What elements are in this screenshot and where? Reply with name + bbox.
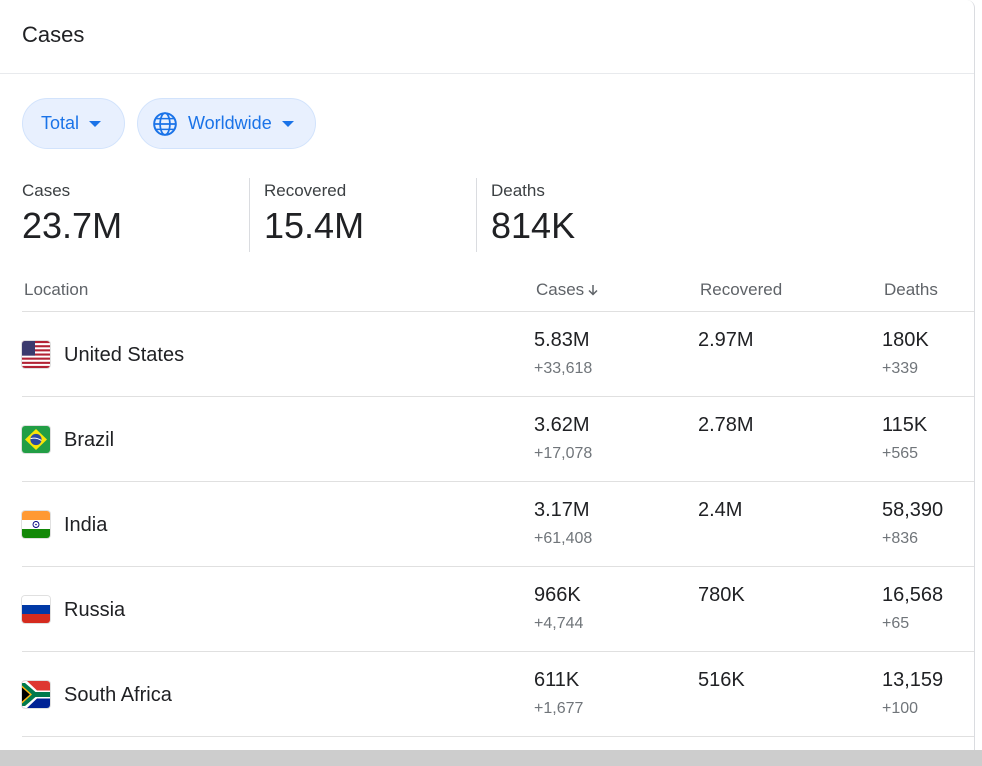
cases-table: Location Cases Recovered Deaths United S… [22, 270, 974, 737]
country-name: Russia [64, 599, 126, 621]
table-row[interactable]: South Africa 611K +1,677 516K 13,159 +10… [22, 652, 974, 737]
table-row[interactable]: Brazil 3.62M +17,078 2.78M 115K +565 [22, 397, 974, 482]
deaths-value: 58,390 [882, 499, 944, 521]
deaths-new-value: +339 [882, 360, 919, 377]
cases-card: Cases Total Worldwide Cases 23.7M Recove… [0, 0, 975, 750]
card-title: Cases [22, 22, 85, 47]
stat-label: Deaths [491, 181, 545, 200]
caret-down-icon [281, 120, 294, 127]
india-flag-icon [22, 511, 50, 538]
deaths-value: 180K [882, 329, 929, 351]
worldwide-filter-label: Worldwide [188, 113, 272, 133]
deaths-cell: 58,390 +836 [882, 499, 943, 548]
stat-label: Cases [22, 181, 71, 200]
deaths-column-header[interactable]: Deaths [884, 280, 938, 300]
cases-cell: 3.62M +17,078 [534, 414, 592, 463]
recovered-value: 780K [698, 584, 745, 606]
stat-deaths: Deaths 814K [476, 178, 676, 252]
cases-new-value: +17,078 [534, 445, 593, 462]
globe-icon [153, 111, 177, 136]
deaths-cell: 115K +565 [882, 414, 927, 463]
country-name: India [64, 514, 108, 536]
horizontal-scrollbar[interactable] [0, 750, 982, 766]
table-row[interactable]: Russia 966K +4,744 780K 16,568 +65 [22, 567, 974, 652]
card-header: Cases [0, 0, 974, 74]
cases-value: 966K [534, 584, 581, 606]
stat-recovered: Recovered 15.4M [249, 178, 476, 252]
country-name: South Africa [64, 684, 172, 706]
recovered-cell: 2.97M [698, 329, 754, 352]
stat-value: 15.4M [264, 205, 365, 246]
us-flag-icon [22, 341, 50, 368]
deaths-value: 115K [882, 414, 928, 436]
recovered-cell: 2.78M [698, 414, 754, 437]
stat-value: 23.7M [22, 205, 123, 246]
sort-arrow-down-icon [588, 285, 598, 296]
cases-cell: 611K +1,677 [534, 669, 583, 718]
cases-column-header[interactable]: Cases [536, 280, 600, 300]
cases-new-value: +4,744 [534, 615, 584, 632]
summary-stats: Cases 23.7M Recovered 15.4M Deaths 814K [22, 178, 676, 252]
country-name: Brazil [64, 429, 115, 451]
cases-value: 3.17M [534, 499, 590, 521]
deaths-value: 16,568 [882, 584, 944, 606]
cases-new-value: +33,618 [534, 360, 593, 377]
cases-cell: 5.83M +33,618 [534, 329, 592, 378]
russia-flag-icon [22, 596, 50, 623]
south-africa-flag-icon [22, 681, 50, 708]
deaths-new-value: +565 [882, 445, 919, 462]
brazil-flag-icon [22, 426, 50, 453]
location-column-header[interactable]: Location [24, 280, 88, 300]
table-header: Location Cases Recovered Deaths [22, 270, 974, 312]
deaths-new-value: +836 [882, 530, 919, 547]
deaths-cell: 16,568 +65 [882, 584, 943, 633]
cases-value: 611K [534, 669, 580, 691]
stat-value: 814K [491, 205, 576, 246]
recovered-cell: 516K [698, 669, 745, 692]
cases-new-value: +1,677 [534, 700, 584, 717]
table-row[interactable]: India 3.17M +61,408 2.4M 58,390 +836 [22, 482, 974, 567]
cases-value: 5.83M [534, 329, 590, 351]
recovered-value: 516K [698, 669, 745, 691]
cases-header-label: Cases [536, 280, 585, 299]
recovered-cell: 780K [698, 584, 745, 607]
cases-cell: 966K +4,744 [534, 584, 583, 633]
stat-cases: Cases 23.7M [22, 178, 249, 252]
stat-label: Recovered [264, 181, 347, 200]
cases-new-value: +61,408 [534, 530, 593, 547]
cases-cell: 3.17M +61,408 [534, 499, 592, 548]
deaths-new-value: +100 [882, 700, 919, 717]
total-filter-label: Total [41, 113, 80, 133]
total-filter-button[interactable]: Total [22, 98, 125, 149]
deaths-new-value: +65 [882, 615, 910, 632]
recovered-value: 2.78M [698, 414, 754, 436]
caret-down-icon [89, 120, 102, 127]
worldwide-filter-button[interactable]: Worldwide [137, 98, 316, 149]
deaths-cell: 180K +339 [882, 329, 929, 378]
country-name: United States [64, 344, 185, 366]
recovered-column-header[interactable]: Recovered [700, 280, 782, 300]
recovered-value: 2.4M [698, 499, 743, 521]
recovered-value: 2.97M [698, 329, 754, 351]
cases-value: 3.62M [534, 414, 590, 436]
deaths-cell: 13,159 +100 [882, 669, 943, 718]
filter-bar: Total Worldwide [22, 98, 316, 149]
recovered-cell: 2.4M [698, 499, 742, 522]
deaths-value: 13,159 [882, 669, 944, 691]
table-row[interactable]: United States 5.83M +33,618 2.97M 180K +… [22, 312, 974, 397]
